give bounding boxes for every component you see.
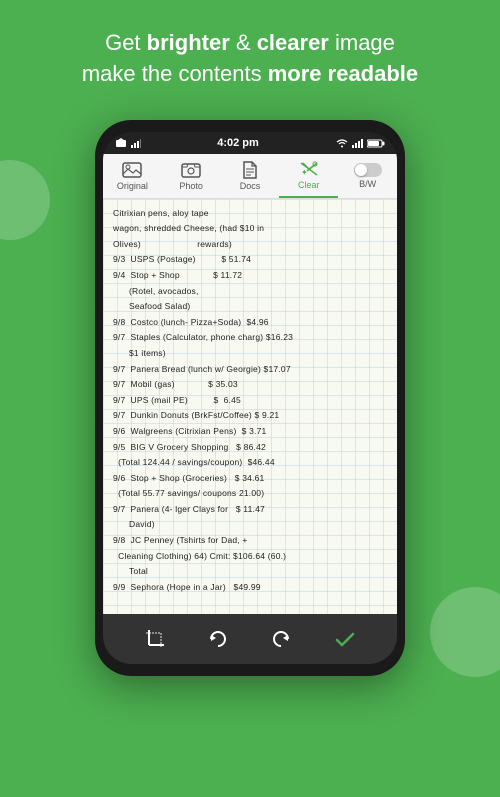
doc-line-5: (Rotel, avocados, [113, 285, 387, 299]
header-text: Get brighter & clearer image make the co… [0, 0, 500, 110]
doc-line-13: 9/7 Dunkin Donuts (BrkFst/Coffee) $ 9.21 [113, 409, 387, 423]
doc-line-15: 9/5 BIG V Grocery Shopping $ 86.42 [113, 441, 387, 455]
original-label: Original [117, 181, 148, 191]
doc-line-23: Total [113, 565, 387, 579]
tool-original[interactable]: Original [103, 155, 162, 197]
status-bar: 4:02 pm [103, 132, 397, 154]
doc-line-8: 9/7 Staples (Calculator, phone charg) $1… [113, 331, 387, 345]
header-section: Get brighter & clearer image make the co… [0, 0, 500, 110]
bold-clearer: clearer [257, 30, 329, 55]
clear-icon: ✦ [299, 160, 319, 178]
doc-line-6: Seafood Salad) [113, 300, 387, 314]
battery-icon [367, 138, 385, 148]
svg-text:✦: ✦ [301, 168, 308, 177]
confirm-button[interactable] [333, 627, 357, 651]
bottom-toolbar [103, 614, 397, 664]
doc-line-19: 9/7 Panera (4- lger Clays for $ 11.47 [113, 503, 387, 517]
crop-button[interactable] [144, 628, 166, 650]
signal-icon [131, 138, 141, 148]
status-icons-left [115, 138, 141, 148]
doc-line-7: 9/8 Costco (lunch- Pizza+Soda) $4.96 [113, 316, 387, 330]
doc-line-3: 9/3 USPS (Postage) $ 51.74 [113, 253, 387, 267]
photo-icon [181, 161, 201, 179]
undo-button[interactable] [207, 628, 229, 650]
app-toolbar: Original Photo [103, 154, 397, 199]
doc-line-14: 9/6 Walgreens (Citrixian Pens) $ 3.71 [113, 425, 387, 439]
phone-wrapper: 4:02 pm [0, 110, 500, 676]
doc-line-11: 9/7 Mobil (gas) $ 35.03 [113, 378, 387, 392]
bold-readable: more readable [268, 61, 418, 86]
doc-line-1: wagon, shredded Cheese, (had $10 in [113, 222, 387, 236]
tool-bw[interactable]: B/W [338, 157, 397, 195]
doc-line-9: $1 items) [113, 347, 387, 361]
photo-label: Photo [179, 181, 203, 191]
bold-brighter: brighter [147, 30, 230, 55]
doc-line-22: Cleaning Clothing) 64) Cmit: $106.64 (60… [113, 550, 387, 564]
phone-screen: 4:02 pm [103, 132, 397, 664]
bw-label: B/W [359, 179, 376, 189]
doc-line-21: 9/8 JC Penney (Tshirts for Dad, + [113, 534, 387, 548]
doc-line-12: 9/7 UPS (mail PE) $ 6.45 [113, 394, 387, 408]
docs-icon [240, 161, 260, 179]
redo-button[interactable] [270, 628, 292, 650]
status-time: 4:02 pm [217, 137, 259, 149]
doc-line-18: (Total 55.77 savings/ coupons 21.00) [113, 487, 387, 501]
bw-toggle-switch[interactable] [354, 163, 382, 177]
status-icons-right [335, 138, 385, 148]
phone-device: 4:02 pm [95, 120, 405, 676]
tool-photo[interactable]: Photo [162, 155, 221, 197]
doc-line-4: 9/4 Stop + Shop $ 11.72 [113, 269, 387, 283]
doc-line-20: David) [113, 518, 387, 532]
handwritten-content: Citrixian pens, aloy tape wagon, shredde… [113, 207, 387, 595]
tool-clear[interactable]: ✦ Clear [279, 154, 338, 198]
wifi-icon [335, 138, 349, 148]
tool-docs[interactable]: Docs [221, 155, 280, 197]
toggle-knob [355, 164, 367, 176]
original-icon [122, 161, 142, 179]
document-image: Citrixian pens, aloy tape wagon, shredde… [103, 199, 397, 614]
grid-paper: Citrixian pens, aloy tape wagon, shredde… [103, 199, 397, 614]
doc-line-0: Citrixian pens, aloy tape [113, 207, 387, 221]
cell-signal-icon [352, 138, 364, 148]
notification-icon [115, 138, 127, 148]
docs-label: Docs [240, 181, 261, 191]
doc-line-2: Olives) rewards) [113, 238, 387, 252]
doc-line-24: 9/9 Sephora (Hope in a Jar) $49.99 [113, 581, 387, 595]
clear-label: Clear [298, 180, 320, 190]
doc-line-17: 9/6 Stop + Shop (Groceries) $ 34.61 [113, 472, 387, 486]
doc-line-16: (Total 124.44 / savings/coupon) $46.44 [113, 456, 387, 470]
doc-line-10: 9/7 Panera Bread (lunch w/ Georgie) $17.… [113, 363, 387, 377]
document-area: Citrixian pens, aloy tape wagon, shredde… [103, 199, 397, 614]
